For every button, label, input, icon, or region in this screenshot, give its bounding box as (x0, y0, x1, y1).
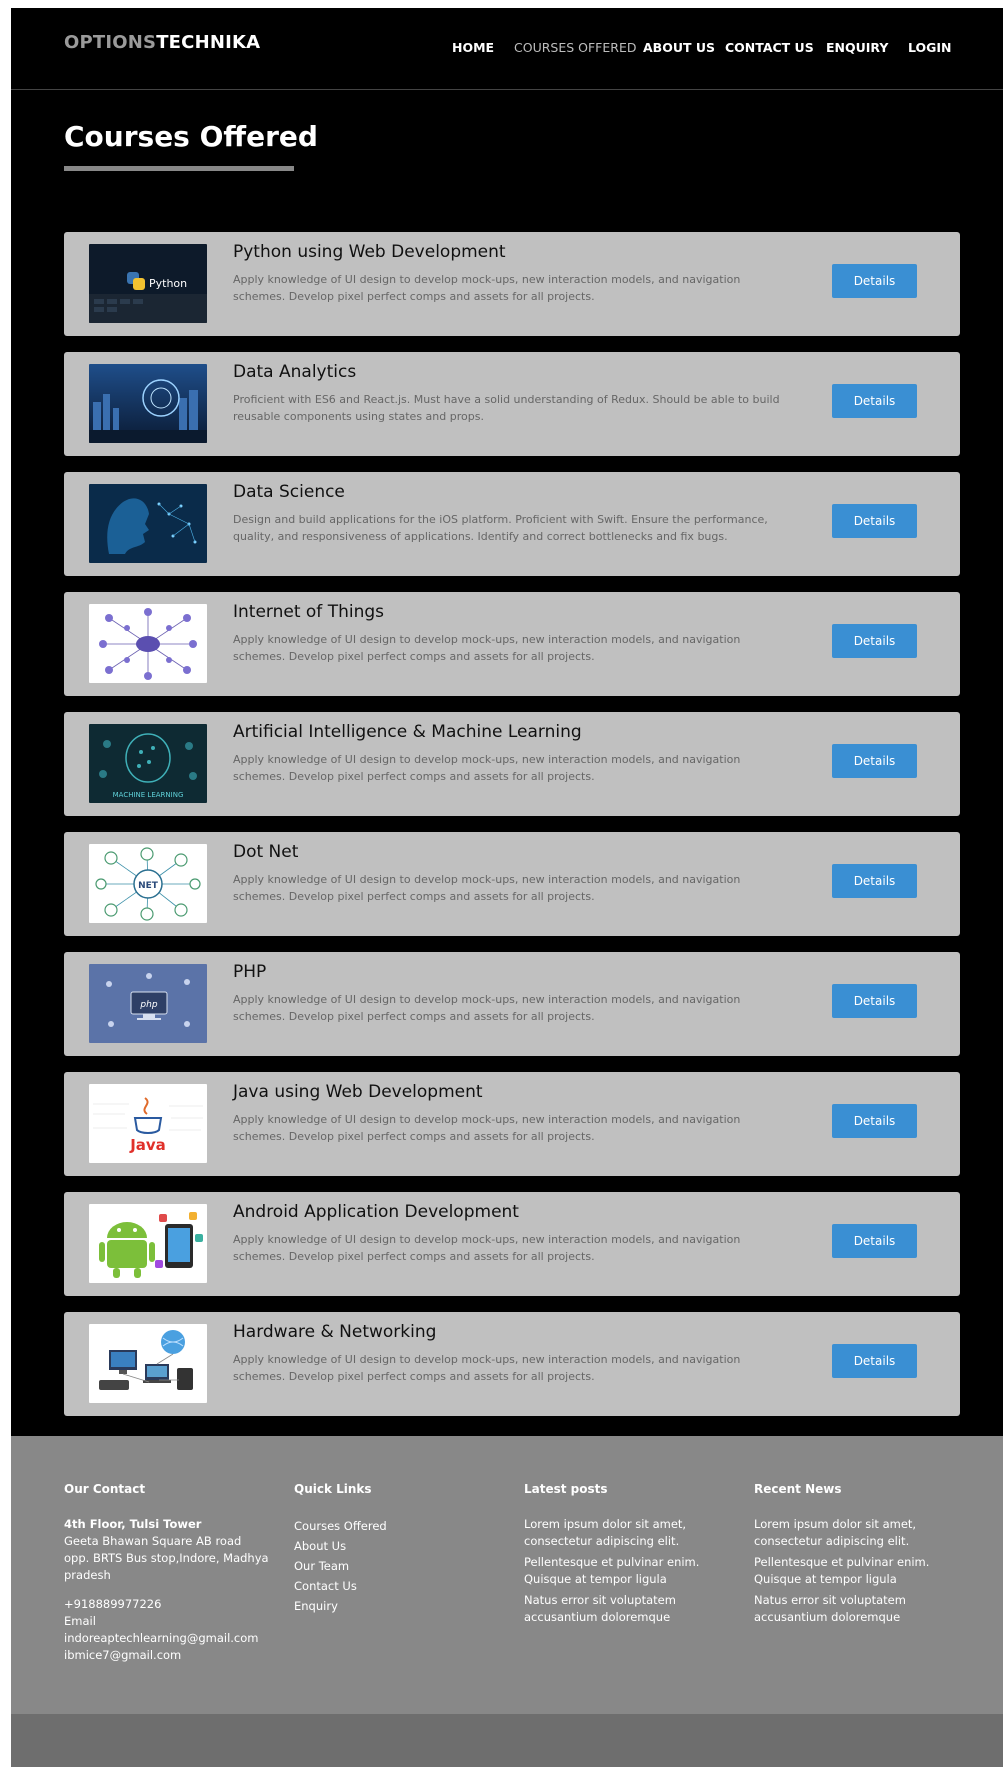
email-label: Email (64, 1614, 96, 1628)
post-item[interactable]: Lorem ipsum dolor sit amet, consectetur … (524, 1516, 734, 1550)
footer-quick-links: Quick Links Courses Offered About Us Our… (294, 1481, 504, 1616)
news-item[interactable]: Lorem ipsum dolor sit amet, consectetur … (754, 1516, 964, 1550)
course-title: Data Analytics (233, 362, 357, 382)
course-title: Data Science (233, 482, 345, 502)
details-button[interactable]: Details (832, 744, 917, 778)
course-card: Data Analytics Proficient with ES6 and R… (64, 352, 960, 456)
hardware-networking-thumbnail (89, 1324, 207, 1403)
recent-news-heading: Recent News (754, 1482, 842, 1496)
details-button[interactable]: Details (832, 624, 917, 658)
details-button[interactable]: Details (832, 1224, 917, 1258)
footer-contact: Our Contact 4th Floor, Tulsi Tower Geeta… (64, 1481, 274, 1664)
post-item[interactable]: Natus error sit voluptatem accusantium d… (524, 1592, 734, 1626)
details-button[interactable]: Details (832, 384, 917, 418)
iot-thumbnail (89, 604, 207, 683)
course-title: Internet of Things (233, 602, 384, 622)
nav-about-us[interactable]: ABOUT US (643, 40, 715, 55)
course-card: Internet of Things Apply knowledge of UI… (64, 592, 960, 696)
php-thumb-text: php (139, 1000, 157, 1010)
footer-link-contact-us[interactable]: Contact Us (294, 1576, 504, 1596)
ai-ml-thumbnail: MACHINE LEARNING (89, 724, 207, 803)
email-address[interactable]: ibmice7@gmail.com (64, 1647, 274, 1664)
address-line1: Geeta Bhawan Square AB road (64, 1534, 242, 1548)
footer-latest-posts: Latest posts Lorem ipsum dolor sit amet,… (524, 1481, 734, 1630)
news-item[interactable]: Pellentesque et pulvinar enim. Quisque a… (754, 1554, 964, 1588)
course-description: Design and build applications for the iO… (233, 513, 768, 543)
course-card: Python Python using Web Development Appl… (64, 232, 960, 336)
details-button[interactable]: Details (832, 1104, 917, 1138)
python-thumb-text: Python (149, 277, 187, 290)
course-description: Apply knowledge of UI design to develop … (233, 633, 741, 663)
course-card: Data Science Design and build applicatio… (64, 472, 960, 576)
course-description: Apply knowledge of UI design to develop … (233, 1113, 741, 1143)
course-description: Apply knowledge of UI design to develop … (233, 993, 741, 1023)
python-thumbnail: Python (89, 244, 207, 323)
course-title: PHP (233, 962, 267, 982)
footer-contact-heading: Our Contact (64, 1482, 146, 1496)
course-card: NET Dot Net Apply knowledge of UI design… (64, 832, 960, 936)
course-description: Proficient with ES6 and React.js. Must h… (233, 393, 780, 423)
site-footer: Our Contact 4th Floor, Tulsi Tower Geeta… (11, 1436, 1003, 1722)
nav-home[interactable]: HOME (452, 40, 494, 55)
footer-link-enquiry[interactable]: Enquiry (294, 1596, 504, 1616)
course-description: Apply knowledge of UI design to develop … (233, 1233, 741, 1263)
footer-link-courses-offered[interactable]: Courses Offered (294, 1516, 504, 1536)
title-underline (64, 166, 294, 171)
details-button[interactable]: Details (832, 504, 917, 538)
post-item[interactable]: Pellentesque et pulvinar enim. Quisque a… (524, 1554, 734, 1588)
quick-links-heading: Quick Links (294, 1482, 372, 1496)
java-thumb-text: Java (129, 1136, 166, 1154)
course-title: Dot Net (233, 842, 299, 862)
data-analytics-thumbnail (89, 364, 207, 443)
course-title: Java using Web Development (233, 1082, 483, 1102)
page-title: Courses Offered (64, 120, 318, 153)
page: OPTIONSTECHNIKA HOME COURSES OFFERED ABO… (11, 8, 1003, 1767)
course-description: Apply knowledge of UI design to develop … (233, 1353, 741, 1383)
course-description: Apply knowledge of UI design to develop … (233, 273, 741, 303)
nav-courses-offered[interactable]: COURSES OFFERED (514, 40, 636, 55)
net-thumb-text: NET (138, 881, 159, 891)
details-button[interactable]: Details (832, 264, 917, 298)
course-card: MACHINE LEARNING Artificial Intelligence… (64, 712, 960, 816)
course-card: Hardware & Networking Apply knowledge of… (64, 1312, 960, 1416)
course-title: Android Application Development (233, 1202, 519, 1222)
phone-number: +918889977226 (64, 1597, 162, 1611)
course-description: Apply knowledge of UI design to develop … (233, 873, 741, 903)
nav-enquiry[interactable]: ENQUIRY (826, 40, 888, 55)
details-button[interactable]: Details (832, 864, 917, 898)
course-card: Java Java using Web Development Apply kn… (64, 1072, 960, 1176)
course-card: php PHP Apply knowledge of UI design to … (64, 952, 960, 1056)
nav-contact-us[interactable]: CONTACT US (725, 40, 814, 55)
course-title: Python using Web Development (233, 242, 506, 262)
details-button[interactable]: Details (832, 984, 917, 1018)
footer-recent-news: Recent News Lorem ipsum dolor sit amet, … (754, 1481, 964, 1630)
course-card: Android Application Development Apply kn… (64, 1192, 960, 1296)
android-thumbnail (89, 1204, 207, 1283)
site-header: OPTIONSTECHNIKA HOME COURSES OFFERED ABO… (11, 8, 1003, 90)
footer-bottom-bar (11, 1714, 1003, 1767)
nav-login[interactable]: LOGIN (908, 40, 952, 55)
news-item[interactable]: Natus error sit voluptatem accusantium d… (754, 1592, 964, 1626)
dotnet-thumbnail: NET (89, 844, 207, 923)
course-title: Hardware & Networking (233, 1322, 437, 1342)
course-description: Apply knowledge of UI design to develop … (233, 753, 741, 783)
data-science-thumbnail (89, 484, 207, 563)
php-thumbnail: php (89, 964, 207, 1043)
details-button[interactable]: Details (832, 1344, 917, 1378)
main-nav: HOME COURSES OFFERED ABOUT US CONTACT US… (11, 40, 1003, 60)
address-title: 4th Floor, Tulsi Tower (64, 1517, 202, 1531)
course-title: Artificial Intelligence & Machine Learni… (233, 722, 582, 742)
address-line2: opp. BRTS Bus stop,Indore, Madhya prades… (64, 1551, 269, 1582)
footer-link-our-team[interactable]: Our Team (294, 1556, 504, 1576)
ml-thumb-text: MACHINE LEARNING (113, 791, 184, 799)
footer-link-about-us[interactable]: About Us (294, 1536, 504, 1556)
email-address[interactable]: indoreaptechlearning@gmail.com (64, 1630, 274, 1647)
latest-posts-heading: Latest posts (524, 1482, 608, 1496)
java-thumbnail: Java (89, 1084, 207, 1163)
